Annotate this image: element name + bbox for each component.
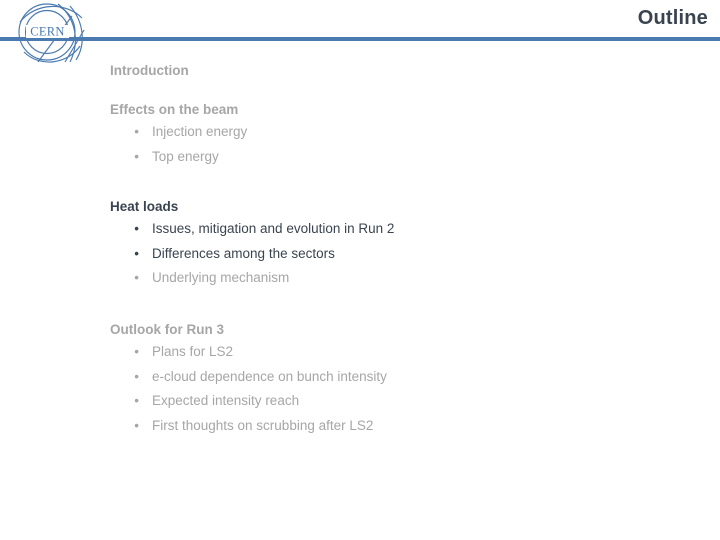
list-item: First thoughts on scrubbing after LS2	[110, 414, 387, 439]
list-item-label: Expected intensity reach	[152, 393, 300, 408]
list-item: Issues, mitigation and evolution in Run …	[110, 217, 394, 242]
section-heading: Outlook for Run 3	[110, 322, 224, 337]
outline-section-heat-loads: Heat loads Issues, mitigation and evolut…	[110, 197, 394, 291]
section-heading: Effects on the beam	[110, 102, 239, 117]
list-item-label: Issues, mitigation and evolution in Run …	[152, 221, 395, 236]
section-bullet-list: Plans for LS2 e-cloud dependence on bunc…	[110, 340, 387, 438]
list-item-label: First thoughts on scrubbing after LS2	[152, 417, 374, 433]
list-item-label: Differences among the sectors	[152, 245, 335, 261]
cern-wordmark: CERN	[30, 25, 65, 39]
outline-section-introduction: Introduction	[110, 61, 189, 81]
section-heading: Introduction	[110, 63, 189, 78]
outline-section-effects-on-the-beam: Effects on the beam Injection energy Top…	[110, 100, 247, 169]
outline-section-outlook-for-run-3: Outlook for Run 3 Plans for LS2 e-cloud …	[110, 320, 387, 438]
page-title: Outline	[637, 7, 708, 29]
list-item: Differences among the sectors	[110, 242, 394, 267]
list-item: Plans for LS2	[110, 340, 387, 365]
section-bullet-list: Injection energy Top energy	[110, 120, 247, 169]
list-item-label: Injection energy	[152, 124, 248, 139]
header-divider-rule	[0, 37, 720, 41]
list-item: Top energy	[110, 145, 247, 170]
section-heading: Heat loads	[110, 199, 179, 214]
list-item: Expected intensity reach	[110, 389, 387, 414]
list-item-label: Underlying mechanism	[152, 270, 290, 285]
list-item: Underlying mechanism	[110, 266, 394, 291]
list-item-label: Plans for LS2	[152, 344, 234, 359]
slide-body: Introduction Effects on the beam Injecti…	[0, 52, 720, 540]
list-item: e-cloud dependence on bunch intensity	[110, 365, 387, 390]
list-item-label: e-cloud dependence on bunch intensity	[152, 368, 387, 384]
list-item: Injection energy	[110, 120, 247, 145]
section-bullet-list: Issues, mitigation and evolution in Run …	[110, 217, 394, 291]
slide-header: CERN Outline	[0, 0, 720, 63]
list-item-label: Top energy	[152, 148, 219, 164]
